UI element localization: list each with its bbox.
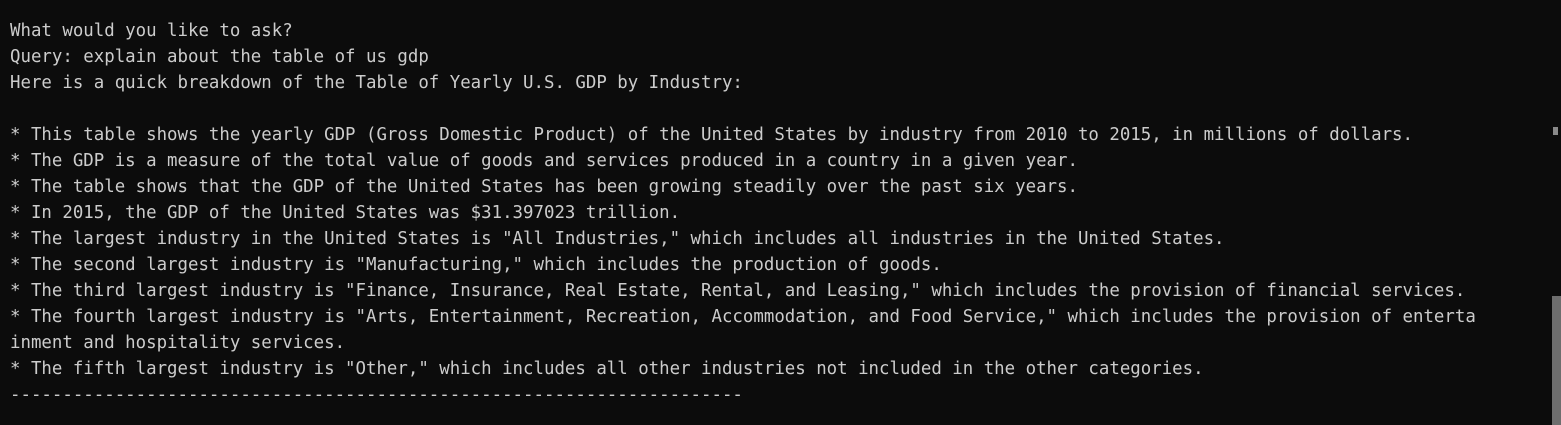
bullet-line: * The second largest industry is "Manufa…	[10, 255, 942, 275]
bullet-line: * The fifth largest industry is "Other,"…	[10, 359, 1204, 379]
terminal-window[interactable]: What would you like to ask? Query: expla…	[0, 0, 1561, 425]
bullet-line: * The largest industry in the United Sta…	[10, 229, 1225, 249]
prompt-question: What would you like to ask?	[10, 21, 293, 41]
bullet-line-wrapped: inment and hospitality services.	[10, 333, 346, 353]
bullet-line: * In 2015, the GDP of the United States …	[10, 203, 681, 223]
bullet-line: * The GDP is a measure of the total valu…	[10, 151, 1078, 171]
scrollbar-mark	[1553, 127, 1558, 135]
bullet-line: * This table shows the yearly GDP (Gross…	[10, 125, 1413, 145]
separator-line: ----------------------------------------…	[10, 385, 743, 405]
query-line: Query: explain about the table of us gdp	[10, 47, 429, 67]
scrollbar-thumb[interactable]	[1552, 296, 1561, 425]
bullet-line: * The fourth largest industry is "Arts, …	[10, 307, 1476, 327]
bullet-line: * The table shows that the GDP of the Un…	[10, 177, 1078, 197]
vertical-scrollbar[interactable]	[1552, 0, 1561, 425]
response-intro: Here is a quick breakdown of the Table o…	[10, 73, 743, 93]
bullet-line: * The third largest industry is "Finance…	[10, 281, 1466, 301]
